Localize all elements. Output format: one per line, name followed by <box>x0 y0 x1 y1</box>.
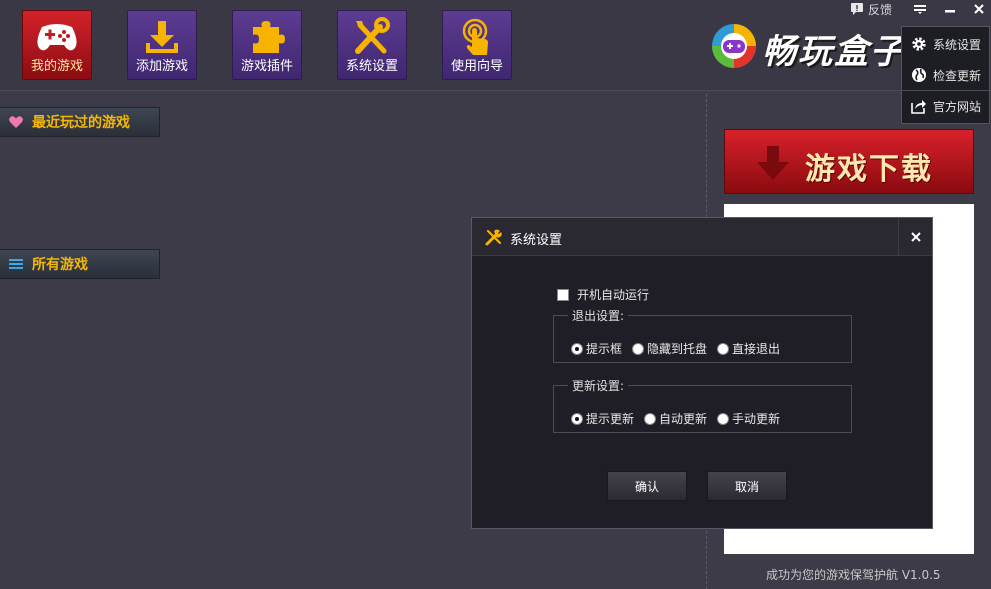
header-divider <box>0 90 991 91</box>
settings-dialog: 系统设置 开机自动运行 退出设置: 提示框 隐藏到托盘 直接退出 更新设置: 提… <box>471 217 933 529</box>
toolbar-my-games-button[interactable]: 我的游戏 <box>22 10 92 80</box>
menu-item-website[interactable]: 官方网站 <box>902 91 989 121</box>
footer-slogan: 成功为您的游戏保驾护航 V1.0.5 <box>766 568 941 582</box>
logo-mark-icon <box>712 24 756 68</box>
section-recent-games[interactable]: 最近玩过的游戏 <box>0 107 160 137</box>
dialog-close-button[interactable] <box>898 218 932 256</box>
banner-label: 游戏下载 <box>805 152 933 187</box>
autostart-label: 开机自动运行 <box>577 288 650 302</box>
close-icon <box>910 232 921 242</box>
toolbar-plugins-button[interactable]: 游戏插件 <box>232 10 302 80</box>
menu-button[interactable] <box>909 0 931 18</box>
down-arrow-icon <box>757 146 789 180</box>
update-option-manual-label: 手动更新 <box>732 412 781 426</box>
globe-icon <box>912 68 926 82</box>
exit-settings-group: 退出设置: 提示框 隐藏到托盘 直接退出 <box>553 307 852 363</box>
exit-option-prompt[interactable]: 提示框 <box>571 340 622 357</box>
wrench-icon <box>485 229 502 246</box>
menu-item-website-label: 官方网站 <box>933 99 982 114</box>
share-icon <box>911 100 926 114</box>
dialog-title: 系统设置 <box>510 233 563 248</box>
menu-item-check-update-label: 检查更新 <box>933 68 982 83</box>
exit-option-quit[interactable]: 直接退出 <box>717 340 780 357</box>
menu-item-settings-label: 系统设置 <box>933 37 982 52</box>
puzzle-icon <box>233 17 301 59</box>
toolbar-add-game-button[interactable]: 添加游戏 <box>127 10 197 80</box>
radio-selected-icon[interactable] <box>571 412 583 425</box>
update-settings-legend: 更新设置: <box>572 379 625 393</box>
update-option-prompt-label: 提示更新 <box>586 412 635 426</box>
menu-icon <box>914 5 926 14</box>
exit-option-quit-label: 直接退出 <box>732 342 781 356</box>
radio-icon[interactable] <box>644 412 657 425</box>
tools-icon <box>338 17 406 59</box>
menu-item-settings[interactable]: 系统设置 <box>902 29 989 59</box>
update-settings-group: 更新设置: 提示更新 自动更新 手动更新 <box>553 377 852 433</box>
gamepad-icon <box>23 17 91 59</box>
feedback-label: 反馈 <box>868 2 893 17</box>
exit-settings-legend: 退出设置: <box>572 309 625 323</box>
list-icon <box>9 259 23 269</box>
minimize-icon <box>945 10 955 13</box>
cancel-button[interactable]: 取消 <box>707 471 787 501</box>
minimize-button[interactable] <box>939 0 961 18</box>
section-all-title: 所有游戏 <box>32 257 88 273</box>
radio-icon[interactable] <box>632 342 645 355</box>
gear-icon <box>912 37 926 51</box>
feedback-link[interactable]: 反馈 <box>850 1 892 17</box>
update-option-manual[interactable]: 手动更新 <box>717 410 780 427</box>
exit-option-prompt-label: 提示框 <box>586 342 623 356</box>
download-icon <box>128 17 196 59</box>
section-all-games[interactable]: 所有游戏 <box>0 249 160 279</box>
close-icon <box>974 4 984 14</box>
menu-item-check-update[interactable]: 检查更新 <box>902 60 989 90</box>
dialog-titlebar[interactable]: 系统设置 <box>472 218 932 256</box>
app-logo: 畅玩盒子 <box>710 22 910 72</box>
autostart-checkbox[interactable]: 开机自动运行 <box>557 286 649 303</box>
main-menu-dropdown: 系统设置 检查更新 官方网站 <box>901 26 990 124</box>
section-recent-title: 最近玩过的游戏 <box>32 115 130 131</box>
radio-icon[interactable] <box>717 412 730 425</box>
heart-icon <box>9 116 23 128</box>
update-option-auto[interactable]: 自动更新 <box>644 410 707 427</box>
close-window-button[interactable] <box>968 0 990 18</box>
radio-icon[interactable] <box>717 342 730 355</box>
feedback-bubble-icon <box>851 3 863 15</box>
game-download-banner[interactable]: 游戏下载 <box>724 129 974 194</box>
toolbar-settings-button[interactable]: 系统设置 <box>337 10 407 80</box>
update-option-auto-label: 自动更新 <box>659 412 708 426</box>
autostart-checkbox-box[interactable] <box>557 288 569 301</box>
top-toolbar: 我的游戏 添加游戏 游戏插件 系统设置 使用向导 畅玩盒子 反馈 <box>0 0 991 90</box>
radio-selected-icon[interactable] <box>571 342 583 355</box>
brand-name: 畅玩盒子 <box>762 32 906 72</box>
confirm-button[interactable]: 确认 <box>607 471 687 501</box>
toolbar-guide-button[interactable]: 使用向导 <box>442 10 512 80</box>
exit-option-tray[interactable]: 隐藏到托盘 <box>632 340 707 357</box>
exit-option-tray-label: 隐藏到托盘 <box>647 342 708 356</box>
touch-icon <box>443 17 511 59</box>
update-option-prompt[interactable]: 提示更新 <box>571 410 634 427</box>
